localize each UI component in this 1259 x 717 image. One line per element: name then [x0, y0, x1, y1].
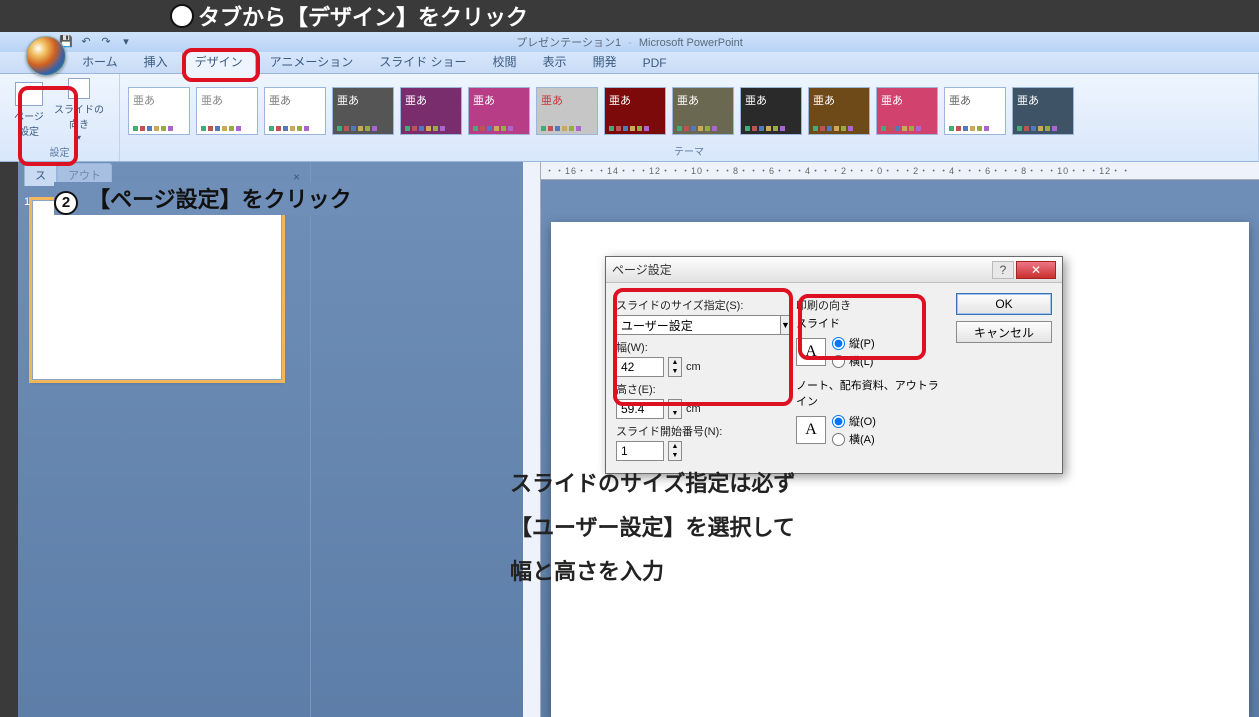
slide-orientation-button[interactable]: スライドの 向き ▾ [56, 78, 102, 142]
instr-line-2: 【ユーザー設定】を選択して [510, 506, 795, 550]
ribbon-group-themes: 亜あ 亜あ 亜あ 亜あ 亜あ 亜あ 亜あ 亜あ 亜あ 亜あ 亜あ 亜あ 亜あ 亜… [120, 74, 1259, 161]
instr-line-3: 幅と高さを入力 [510, 550, 795, 594]
group-label-setup: 設定 [0, 142, 119, 162]
page-setup-button[interactable]: ページ 設定 [6, 78, 52, 142]
notes-landscape-radio[interactable]: 横(A) [832, 431, 876, 447]
tab-home[interactable]: ホーム [70, 50, 130, 73]
theme-thumb[interactable]: 亜あ [536, 87, 598, 135]
orientation-label: スライドの 向き [54, 101, 104, 131]
height-input[interactable] [616, 399, 664, 419]
window-title: プレゼンテーション1 - Microsoft PowerPoint [0, 34, 1259, 50]
ribbon: ページ 設定 スライドの 向き ▾ 設定 亜あ 亜あ 亜あ 亜あ 亜あ 亜あ 亜… [0, 74, 1259, 162]
tab-pdf[interactable]: PDF [631, 53, 679, 73]
annotation-step1: 1 タブから【デザイン】をクリック [0, 0, 1259, 32]
width-input[interactable] [616, 357, 664, 377]
theme-thumb[interactable]: 亜あ [1012, 87, 1074, 135]
theme-thumb[interactable]: 亜あ [604, 87, 666, 135]
dialog-size-column: スライドのサイズ指定(S): ▼ 幅(W): ▲▼ cm 高さ(E): ▲▼ c… [616, 293, 786, 461]
slide-portrait-radio[interactable]: 縦(P) [832, 335, 875, 351]
pane-tab-slides[interactable]: ス [24, 163, 57, 186]
orientation-portrait-icon: A [796, 416, 826, 444]
page-setup-dialog: ページ設定 ? ✕ スライドのサイズ指定(S): ▼ 幅(W): ▲▼ cm 高… [605, 256, 1063, 474]
theme-thumb[interactable]: 亜あ [332, 87, 394, 135]
ok-button[interactable]: OK [956, 293, 1052, 315]
notes-group-title: ノート、配布資料、アウトライン [796, 377, 946, 409]
ribbon-tabs: ホーム 挿入 デザイン アニメーション スライド ショー 校閲 表示 開発 PD… [0, 52, 1259, 74]
theme-thumb[interactable]: 亜あ [264, 87, 326, 135]
app-name: Microsoft PowerPoint [639, 37, 743, 49]
ruler-horizontal: ・・16・・・14・・・12・・・10・・・8・・・6・・・4・・・2・・・0・… [541, 162, 1259, 180]
slide-landscape-radio[interactable]: 横(L) [832, 353, 875, 369]
dialog-titlebar[interactable]: ページ設定 ? ✕ [606, 257, 1062, 283]
height-unit: cm [686, 403, 701, 415]
notes-portrait-radio[interactable]: 縦(O) [832, 413, 876, 429]
theme-thumb[interactable]: 亜あ [468, 87, 530, 135]
dropdown-icon: ▾ [77, 133, 81, 142]
qat-undo-icon[interactable]: ↶ [78, 34, 94, 50]
start-number-label: スライド開始番号(N): [616, 423, 786, 439]
instr-line-1: スライドのサイズ指定は必ず [510, 462, 795, 506]
width-label: 幅(W): [616, 339, 786, 355]
theme-thumb[interactable]: 亜あ [876, 87, 938, 135]
combo-dropdown-icon[interactable]: ▼ [781, 315, 791, 335]
slides-pane: ス アウト × 1 [18, 162, 311, 717]
theme-thumb[interactable]: 亜あ [672, 87, 734, 135]
height-spinner[interactable]: ▲▼ [668, 399, 682, 419]
tab-slideshow[interactable]: スライド ショー [367, 50, 478, 73]
page-setup-icon [15, 82, 43, 106]
theme-thumb[interactable]: 亜あ [808, 87, 870, 135]
step1-text: タブから【デザイン】をクリック [198, 0, 528, 32]
ruler-vertical [523, 162, 541, 717]
slide-size-combo[interactable]: ▼ [616, 315, 786, 335]
slide-thumbnail[interactable] [32, 200, 282, 380]
height-label: 高さ(E): [616, 381, 786, 397]
orientation-portrait-icon: A [796, 338, 826, 366]
theme-thumb[interactable]: 亜あ [944, 87, 1006, 135]
theme-thumb[interactable]: 亜あ [196, 87, 258, 135]
qat-more-icon[interactable]: ▾ [118, 34, 134, 50]
step2-number: 2 [54, 191, 78, 215]
width-unit: cm [686, 361, 701, 373]
step1-number: 1 [170, 4, 194, 28]
dialog-close-button[interactable]: ✕ [1016, 261, 1056, 279]
tab-developer[interactable]: 開発 [581, 50, 629, 73]
tab-animation[interactable]: アニメーション [258, 50, 366, 73]
themes-gallery[interactable]: 亜あ 亜あ 亜あ 亜あ 亜あ 亜あ 亜あ 亜あ 亜あ 亜あ 亜あ 亜あ 亜あ 亜… [120, 74, 1258, 141]
window-titlebar: 💾 ↶ ↷ ▾ プレゼンテーション1 - Microsoft PowerPoin… [0, 32, 1259, 52]
slide-group-title: スライド [796, 315, 946, 331]
theme-thumb[interactable]: 亜あ [128, 87, 190, 135]
qat-redo-icon[interactable]: ↷ [98, 34, 114, 50]
theme-thumb[interactable]: 亜あ [740, 87, 802, 135]
slide-size-label: スライドのサイズ指定(S): [616, 297, 786, 313]
start-number-spinner[interactable]: ▲▼ [668, 441, 682, 461]
tab-review[interactable]: 校閲 [481, 50, 529, 73]
annotation-instructions: スライドのサイズ指定は必ず 【ユーザー設定】を選択して 幅と高さを入力 [510, 462, 795, 594]
step2-text: 【ページ設定】をクリック [88, 187, 352, 212]
tab-design[interactable]: デザイン [182, 49, 256, 74]
dialog-buttons-column: OK キャンセル [956, 293, 1052, 461]
quick-access-toolbar: 💾 ↶ ↷ ▾ [0, 34, 134, 50]
theme-thumb[interactable]: 亜あ [400, 87, 462, 135]
notes-orientation-group: ノート、配布資料、アウトライン A 縦(O) 横(A) [796, 377, 946, 447]
dialog-orientation-column: 印刷の向き スライド A 縦(P) 横(L) ノート、配布資料、アウトライン A… [796, 293, 946, 461]
ribbon-group-page-setup: ページ 設定 スライドの 向き ▾ 設定 [0, 74, 120, 161]
annotation-step2: 2 【ページ設定】をクリック [54, 182, 352, 215]
dialog-help-button[interactable]: ? [992, 261, 1014, 279]
group-label-themes: テーマ [120, 141, 1258, 161]
document-name: プレゼンテーション1 [516, 37, 621, 49]
slide-number: 1 [24, 196, 30, 208]
start-number-input[interactable] [616, 441, 664, 461]
tab-insert[interactable]: 挿入 [132, 50, 180, 73]
dialog-title: ページ設定 [612, 261, 992, 278]
tab-view[interactable]: 表示 [531, 50, 579, 73]
print-orientation-label: 印刷の向き [796, 297, 946, 313]
office-button[interactable] [26, 36, 66, 76]
page-setup-label: ページ 設定 [14, 108, 44, 138]
orientation-icon [68, 78, 90, 99]
cancel-button[interactable]: キャンセル [956, 321, 1052, 343]
slide-orientation-group: スライド A 縦(P) 横(L) [796, 315, 946, 369]
width-spinner[interactable]: ▲▼ [668, 357, 682, 377]
slide-size-input[interactable] [616, 315, 781, 335]
